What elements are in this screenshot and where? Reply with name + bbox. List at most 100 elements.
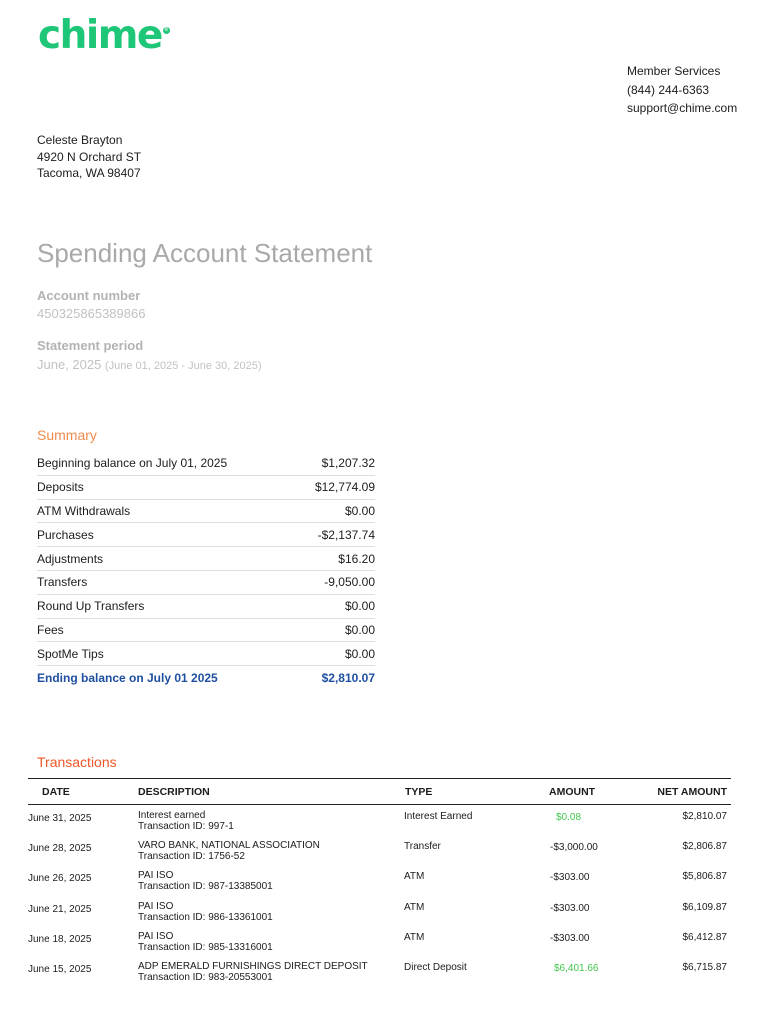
summary-label: Purchases [37,527,94,542]
summary-label: Deposits [37,480,84,495]
summary-row: Adjustments $16.20 [37,546,375,570]
summary-value: $1,207.32 [321,455,375,470]
header-date: DATE [42,786,70,798]
transaction-row: June 15, 2025 ADP EMERALD FURNISHINGS DI… [28,956,731,986]
transaction-type: ATM [404,871,425,883]
transaction-id: Transaction ID: 985-13316001 [138,941,273,953]
transaction-description: ADP EMERALD FURNISHINGS DIRECT DEPOSIT T… [138,961,368,983]
transaction-row: June 26, 2025 PAI ISO Transaction ID: 98… [28,865,731,895]
transaction-type: ATM [404,901,425,913]
summary-value: $0.00 [344,599,375,614]
transaction-net-amount: $5,806.87 [682,871,728,883]
summary-label: Adjustments [37,551,104,566]
summary-value: -$2,137.74 [317,527,375,542]
summary-label: ATM Withdrawals [37,503,131,518]
street-address: 4920 N Orchard ST [37,149,142,164]
transaction-desc-text: VARO BANK, NATIONAL ASSOCIATION [138,840,320,852]
summary-table: Beginning balance on July 01, 2025 $1,20… [37,451,375,689]
transaction-amount: -$303.00 [550,872,590,884]
summary-value: $0.00 [344,622,375,637]
transaction-type: Transfer [404,841,441,853]
summary-label: Fees [37,622,64,637]
transaction-date: June 26, 2025 [28,873,92,885]
summary-row: Fees $0.00 [37,617,375,642]
statement-period-month: June, 2025 [37,357,102,372]
transaction-date: June 15, 2025 [28,963,92,975]
transaction-date: June 31, 2025 [28,813,92,824]
account-number-label: Account number [37,288,141,303]
transaction-desc-text: PAI ISO [138,900,174,912]
transaction-desc-text: PAI ISO [138,930,174,942]
statement-period-range: (June 01, 2025 - June 30, 2025) [104,360,262,372]
customer-name: Celeste Brayton [37,133,123,147]
transaction-net-amount: $6,715.87 [682,961,728,973]
statement-period-label: Statement period [37,338,144,353]
summary-row: Transfers -9,050.00 [37,569,375,594]
transactions-title: Transactions [37,754,117,770]
transaction-net-amount: $6,109.87 [682,901,728,913]
summary-label: SpotMe Tips [37,646,104,661]
summary-value: $16.20 [338,551,375,566]
summary-value: -9,050.00 [324,575,375,590]
summary-label: Beginning balance on July 01, 2025 [37,455,228,470]
transaction-desc-text: PAI ISO [138,870,174,882]
ending-balance-label: Ending balance on July 01 2025 [37,670,218,685]
ending-balance-row: Ending balance on July 01 2025 $2,810.07 [37,665,375,689]
summary-value: $12,774.09 [314,480,375,495]
summary-title: Summary [37,427,97,443]
transaction-amount: $6,401.66 [554,962,599,974]
transaction-row: June 28, 2025 VARO BANK, NATIONAL ASSOCI… [28,835,731,865]
header-net-amount: NET AMOUNT [657,786,727,798]
account-number-value: 450325865389866 [37,306,146,321]
header-amount: AMOUNT [549,786,596,798]
transaction-row: June 21, 2025 PAI ISO Transaction ID: 98… [28,896,731,926]
transaction-id: Transaction ID: 997-1 [138,821,234,832]
chime-logo: chime ® [38,12,170,60]
transaction-net-amount: $2,810.07 [682,811,728,822]
member-services-email: support@chime.com [627,101,738,115]
summary-row: Beginning balance on July 01, 2025 $1,20… [37,451,375,475]
summary-row: Purchases -$2,137.74 [37,522,375,546]
transactions-header-row: DATE DESCRIPTION TYPE AMOUNT NET AMOUNT [28,778,731,805]
member-services-phone: (844) 244-6363 [627,82,710,97]
member-services-block: Member Services (844) 244-6363 support@c… [627,62,737,118]
transaction-date: June 28, 2025 [28,843,92,855]
summary-row: ATM Withdrawals $0.00 [37,498,375,523]
registered-mark-icon: ® [162,27,170,34]
transaction-net-amount: $2,806.87 [682,841,728,853]
transaction-amount: -$303.00 [550,902,590,914]
summary-row: Deposits $12,774.09 [37,474,375,499]
summary-value: $0.00 [344,503,375,518]
transaction-type: ATM [404,931,425,943]
statement-title: Spending Account Statement [37,238,373,268]
summary-label: Round Up Transfers [37,599,145,614]
summary-value: $0.00 [344,646,375,661]
transaction-description: VARO BANK, NATIONAL ASSOCIATION Transact… [138,840,320,862]
transaction-amount: $0.08 [556,812,582,823]
summary-label: Transfers [37,575,88,590]
transaction-id: Transaction ID: 1756-52 [138,851,245,863]
ending-balance-value: $2,810.07 [321,670,375,685]
transaction-description: PAI ISO Transaction ID: 987-13385001 [138,870,273,892]
transaction-amount: -$3,000.00 [550,842,598,854]
statement-period-value: June, 2025 (June 01, 2025 - June 30, 202… [37,357,262,372]
mailing-address: Celeste Brayton 4920 N Orchard ST Tacoma… [37,132,141,182]
member-services-title: Member Services [627,64,721,78]
transaction-row: June 31, 2025 Interest earned Transactio… [28,805,731,835]
transaction-desc-text: ADP EMERALD FURNISHINGS DIRECT DEPOSIT [138,960,368,972]
transaction-type: Direct Deposit [404,961,467,973]
transaction-id: Transaction ID: 986-13361001 [138,911,273,923]
city-state-zip: Tacoma, WA 98407 [37,166,141,180]
transaction-desc-text: Interest earned [138,810,206,821]
transaction-id: Transaction ID: 987-13385001 [138,881,273,893]
transaction-row: June 18, 2025 PAI ISO Transaction ID: 98… [28,926,731,956]
summary-row: SpotMe Tips $0.00 [37,641,375,665]
transaction-description: Interest earned Transaction ID: 997-1 [138,810,234,832]
transaction-id: Transaction ID: 983-20553001 [138,971,273,983]
transaction-date: June 21, 2025 [28,903,92,915]
transaction-description: PAI ISO Transaction ID: 985-13316001 [138,931,273,953]
transaction-description: PAI ISO Transaction ID: 986-13361001 [138,901,273,923]
header-description: DESCRIPTION [138,786,210,798]
header-type: TYPE [405,786,433,798]
summary-row: Round Up Transfers $0.00 [37,593,375,618]
